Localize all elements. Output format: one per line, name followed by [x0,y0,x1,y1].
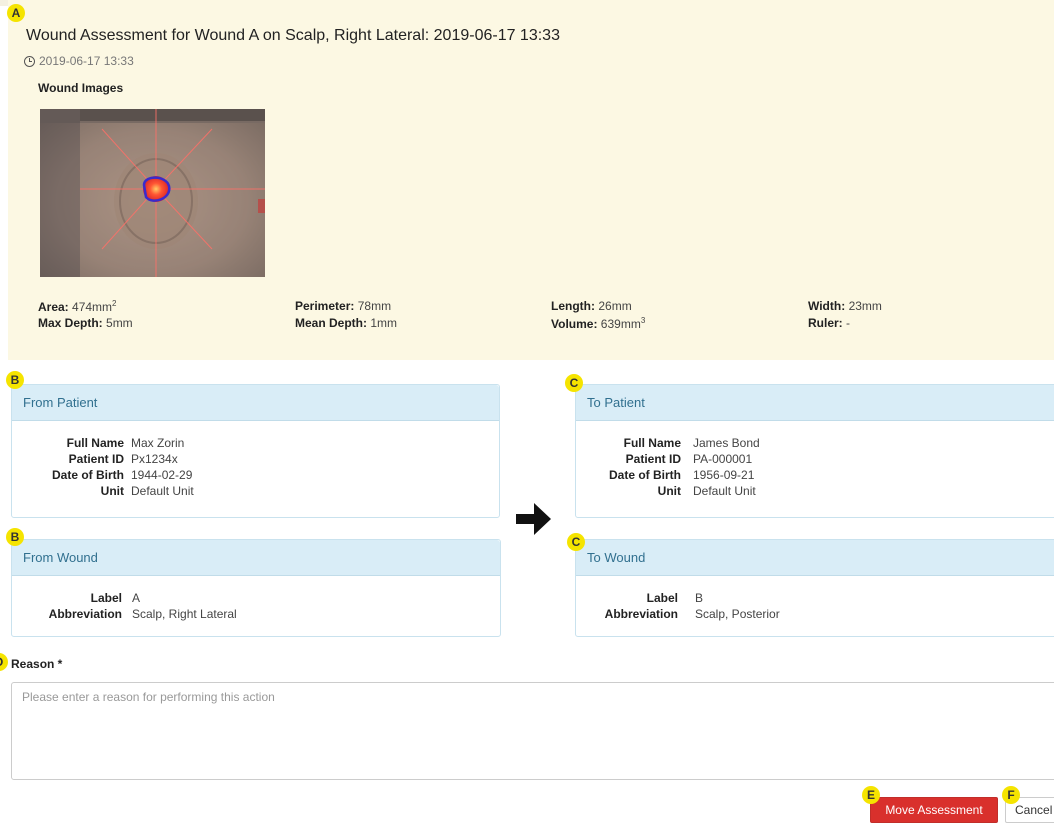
reason-label: Reason * [11,657,63,671]
unit-value: Default Unit [693,484,756,498]
to-wound-panel: To Wound Label B Abbreviation Scalp, Pos… [575,539,1054,637]
unit-label: Unit [657,484,681,498]
wound-label-value: B [695,591,704,605]
to-patient-details: Full Name James Bond Patient ID PA-00000… [576,435,1054,505]
assessment-timestamp: 2019-06-17 13:33 [24,54,134,68]
patient-id-value: Px1234x [131,452,178,466]
from-wound-details: Label A Abbreviation Scalp, Right Latera… [12,590,492,624]
from-patient-panel: From Patient Full Name Max Zorin Patient… [11,384,500,518]
metric-max-depth: Max Depth: 5mm [38,316,133,330]
patient-id-value: PA-000001 [693,452,753,466]
to-wound-heading: To Wound [576,540,1054,576]
dob-label: Date of Birth [52,468,124,482]
to-patient-panel: To Patient Full Name James Bond Patient … [575,384,1054,518]
wound-label-label: Label [90,591,122,605]
marker-a: A [7,4,25,22]
wound-image[interactable] [40,109,265,277]
metric-mean-depth: Mean Depth: 1mm [295,316,398,330]
metric-ruler: Ruler: - [808,316,851,330]
clock-icon [24,55,35,67]
wound-photo [40,109,265,277]
from-patient-details: Full Name Max Zorin Patient ID Px1234x D… [12,435,492,505]
marker-c-wound: C [567,533,585,551]
dob-value: 1956-09-21 [693,468,755,482]
dob-label: Date of Birth [609,468,681,482]
marker-b-wound: B [6,528,24,546]
metric-volume: Volume: 639mm3 [551,316,646,331]
marker-e: E [862,786,880,804]
full-name-value: Max Zorin [131,436,185,450]
to-patient-heading: To Patient [576,385,1054,421]
to-wound-details: Label B Abbreviation Scalp, Posterior [576,590,1054,624]
from-patient-heading: From Patient [12,385,499,421]
abbreviation-value: Scalp, Posterior [695,607,780,621]
full-name-label: Full Name [66,436,124,450]
metric-length: Length: 26mm [551,299,632,313]
marker-c-patient: C [565,374,583,392]
assessment-timestamp-text: 2019-06-17 13:33 [39,54,134,68]
full-name-label: Full Name [623,436,681,450]
move-assessment-button[interactable]: Move Assessment [870,797,998,823]
dob-value: 1944-02-29 [131,468,193,482]
wound-label-value: A [132,591,141,605]
marker-f: F [1002,786,1020,804]
full-name-value: James Bond [693,436,760,450]
patient-id-label: Patient ID [625,452,681,466]
from-wound-heading: From Wound [12,540,500,576]
marker-b-patient: B [6,371,24,389]
marker-d: D [0,653,8,671]
abbreviation-value: Scalp, Right Lateral [132,607,237,621]
metric-perimeter: Perimeter: 78mm [295,299,392,313]
abbreviation-label: Abbreviation [48,607,122,621]
from-wound-panel: From Wound Label A Abbreviation Scalp, R… [11,539,501,637]
reason-textarea[interactable] [11,682,1054,780]
arrow-right-icon [516,503,551,535]
metric-width: Width: 23mm [808,299,882,313]
metric-area: Area: 474mm2 [38,299,117,314]
wound-images-heading: Wound Images [38,81,124,95]
unit-value: Default Unit [131,484,194,498]
abbreviation-label: Abbreviation [604,607,678,621]
wound-label-label: Label [646,591,678,605]
assessment-title: Wound Assessment for Wound A on Scalp, R… [26,27,560,44]
patient-id-label: Patient ID [68,452,124,466]
unit-label: Unit [100,484,124,498]
